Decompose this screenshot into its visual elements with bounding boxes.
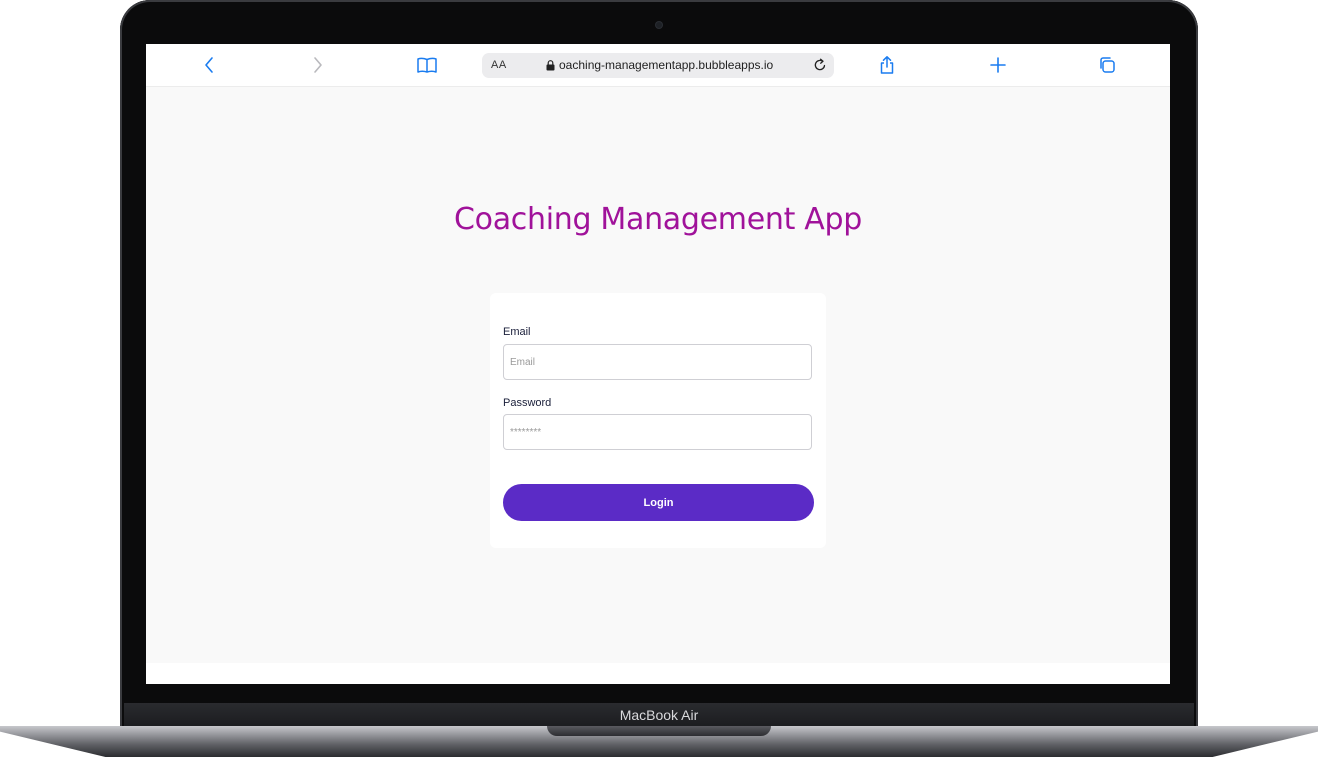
login-button[interactable]: Login	[503, 484, 814, 521]
back-icon[interactable]	[197, 53, 221, 77]
page-footer-strip	[146, 663, 1170, 684]
email-label: Email	[503, 326, 531, 338]
page-title: Coaching Management App	[454, 202, 862, 237]
text-size-button[interactable]: AA	[491, 59, 507, 71]
address-bar[interactable]: AA oaching-managementapp.bubbleapps.io	[482, 53, 834, 78]
safari-toolbar: AA oaching-managementapp.bubbleapps.io	[146, 44, 1170, 87]
email-field[interactable]	[503, 344, 812, 380]
url-display[interactable]: oaching-managementapp.bubbleapps.io	[546, 58, 773, 72]
lock-icon	[546, 59, 555, 70]
reload-icon[interactable]	[812, 57, 828, 73]
device-label: MacBook Air	[619, 707, 699, 723]
laptop-mockup: AA oaching-managementapp.bubbleapps.io C…	[0, 0, 1318, 757]
password-field[interactable]	[503, 414, 812, 450]
laptop-chin: MacBook Air	[124, 703, 1194, 727]
url-text: oaching-managementapp.bubbleapps.io	[559, 58, 774, 72]
camera-dot	[656, 22, 662, 28]
browser-screen: AA oaching-managementapp.bubbleapps.io C…	[146, 44, 1170, 684]
password-label: Password	[503, 397, 552, 409]
laptop-hinge-notch	[547, 726, 771, 736]
login-card: Email Password Login	[490, 293, 826, 548]
share-icon[interactable]	[875, 53, 899, 77]
forward-icon[interactable]	[306, 53, 330, 77]
tabs-icon[interactable]	[1095, 53, 1119, 77]
bookmarks-icon[interactable]	[415, 53, 439, 77]
new-tab-icon[interactable]	[986, 53, 1010, 77]
